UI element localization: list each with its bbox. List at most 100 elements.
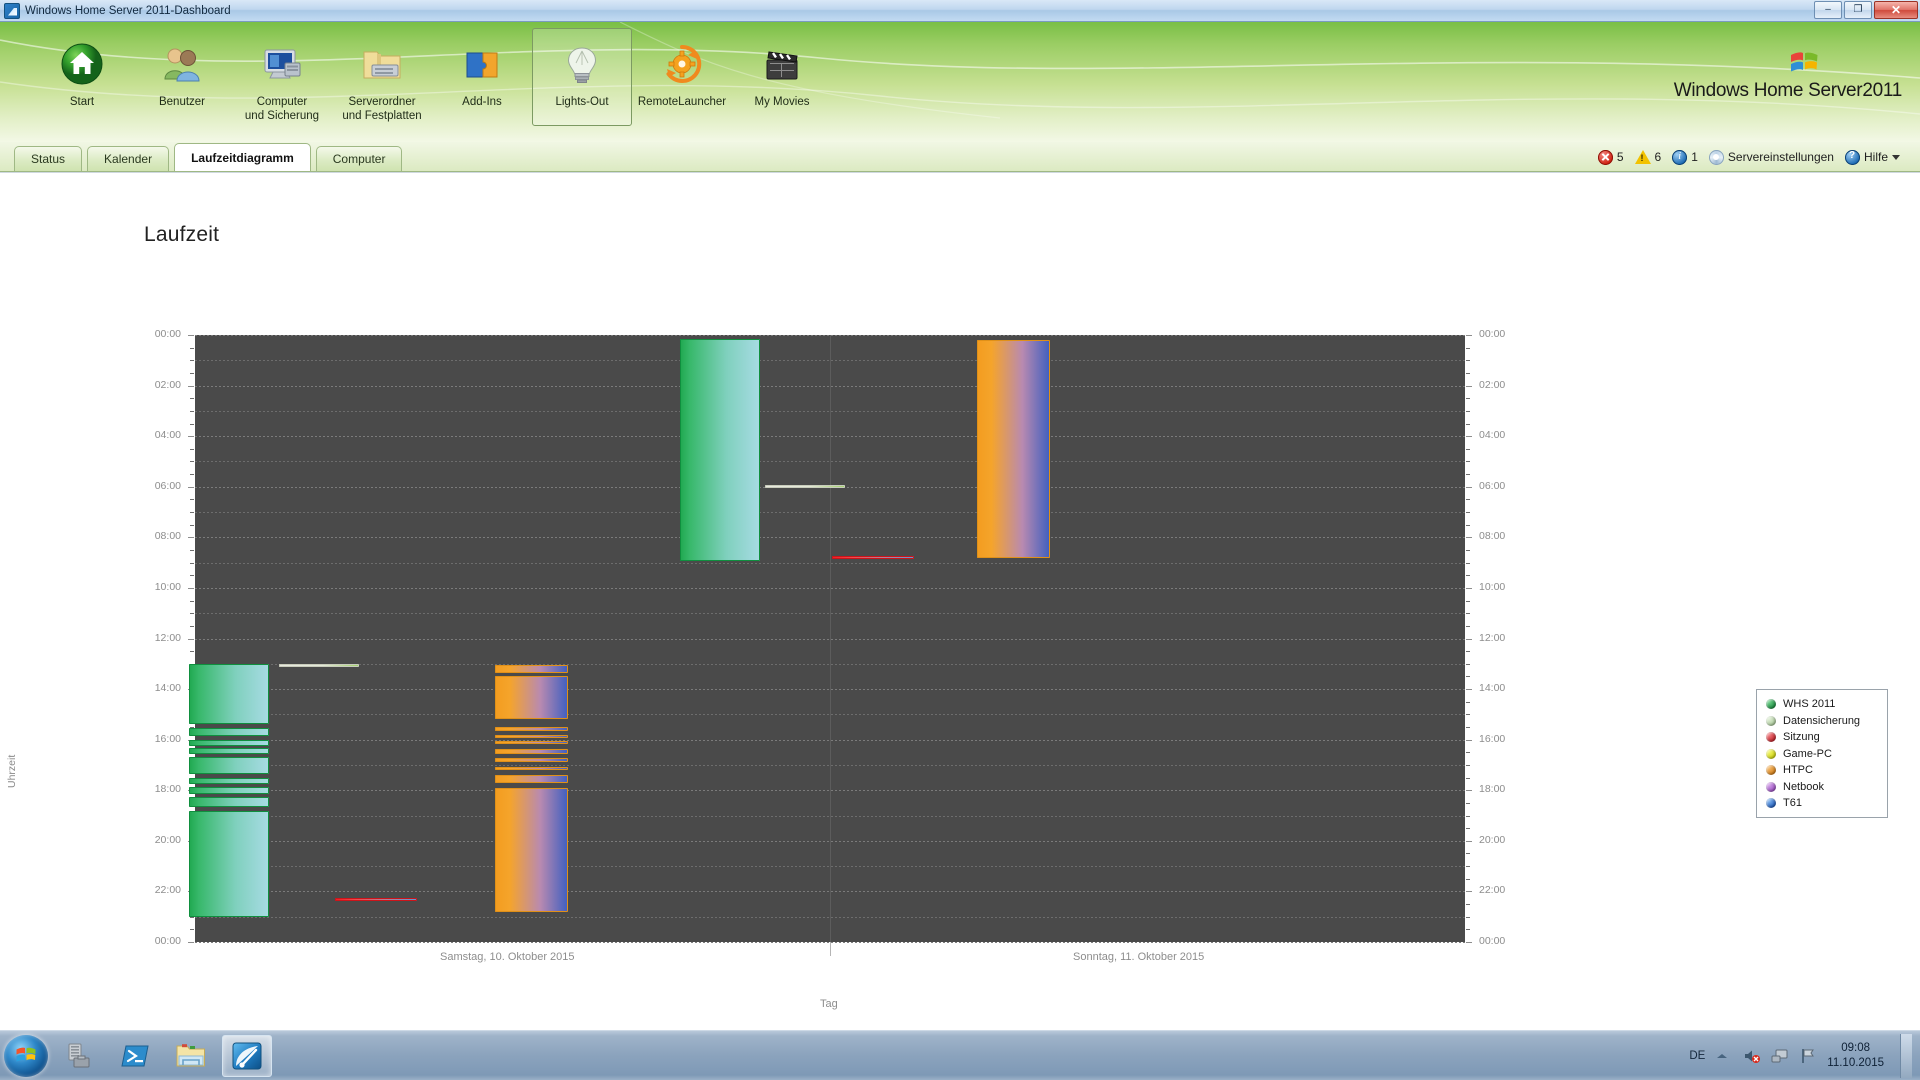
y-tick-mark <box>190 398 194 400</box>
legend-item-htpc[interactable]: HTPC <box>1766 764 1878 776</box>
home-icon <box>59 41 105 87</box>
y-tick-mark <box>190 499 194 501</box>
tab-kalender[interactable]: Kalender <box>87 146 170 171</box>
chart-bar-segment[interactable] <box>977 340 1050 559</box>
legend-item-game-pc[interactable]: Game-PC <box>1766 748 1878 760</box>
minimize-button[interactable]: – <box>1814 1 1842 19</box>
volume-muted-icon[interactable] <box>1743 1048 1761 1064</box>
chart-bar-segment[interactable] <box>495 664 568 674</box>
chart-bar-segment[interactable] <box>680 339 760 561</box>
y-tick-mark <box>1466 689 1472 691</box>
chart-bar-segment[interactable] <box>189 787 269 795</box>
y-tick-mark <box>190 929 194 931</box>
y-tick-label-left: 16:00 <box>154 732 181 745</box>
chart-x-label-day1: Samstag, 10. Oktober 2015 <box>440 951 575 963</box>
y-tick-mark <box>1466 904 1470 906</box>
legend-label: Datensicherung <box>1783 714 1861 727</box>
chart-plot-area <box>189 335 1465 943</box>
y-tick-mark <box>1466 549 1470 551</box>
chart-bar-segment[interactable] <box>189 811 269 917</box>
ribbon-item-serverordner-und-festplatten[interactable]: Serverordner und Festplatten <box>332 28 432 126</box>
warning-indicator[interactable]: 6 <box>1634 150 1661 164</box>
restore-button[interactable]: ❐ <box>1844 1 1872 19</box>
y-tick-label-right: 08:00 <box>1479 530 1506 543</box>
ribbon-item-my-movies[interactable]: My Movies <box>732 28 832 126</box>
y-tick-mark <box>190 372 194 374</box>
y-tick-mark <box>190 575 194 577</box>
help-icon <box>1844 149 1860 165</box>
action-center-icon[interactable] <box>1799 1048 1817 1064</box>
chart-bar-segment[interactable] <box>495 675 568 719</box>
whs-logo-year: 2011 <box>1862 80 1902 101</box>
chart-bar-segment[interactable] <box>189 777 269 785</box>
taskbar-item-powershell[interactable] <box>110 1035 160 1077</box>
taskbar-item-dashboard[interactable] <box>222 1034 272 1077</box>
y-tick-mark <box>1466 739 1472 741</box>
network-icon[interactable] <box>1771 1048 1789 1064</box>
help-link[interactable]: Hilfe <box>1844 149 1900 165</box>
window-title: Windows Home Server 2011-Dashboard <box>25 4 231 17</box>
chart-bar-segment[interactable] <box>495 775 568 783</box>
y-tick-mark <box>1466 714 1470 716</box>
legend-item-t61[interactable]: T61 <box>1766 797 1878 809</box>
chart-bar-segment[interactable] <box>495 767 568 771</box>
chart-bar-segment[interactable] <box>189 728 269 737</box>
legend-item-whs-2011[interactable]: WHS 2011 <box>1766 698 1878 710</box>
ribbon-item-benutzer[interactable]: Benutzer <box>132 28 232 126</box>
info-indicator[interactable]: 1 <box>1672 149 1698 165</box>
show-desktop-button[interactable] <box>1900 1034 1912 1078</box>
ribbon-item-add-ins[interactable]: Add-Ins <box>432 28 532 126</box>
chart-bar-segment[interactable] <box>189 748 269 755</box>
dashboard-icon <box>232 1042 262 1069</box>
chart-bar-segment[interactable] <box>189 757 269 775</box>
ribbon-item-computer-und-sicherung[interactable]: Computer und Sicherung <box>232 28 332 126</box>
chart-bar-segment[interactable] <box>495 788 568 913</box>
chevron-down-icon[interactable] <box>1892 154 1900 160</box>
tab-status[interactable]: Status <box>14 146 83 171</box>
tray-language[interactable]: DE <box>1689 1050 1705 1062</box>
y-tick-label-right: 16:00 <box>1479 732 1506 745</box>
start-button[interactable] <box>4 1034 48 1077</box>
y-tick-mark <box>1466 916 1470 918</box>
warning-icon <box>1634 150 1651 164</box>
ribbon-item-lights-out[interactable]: Lights-Out <box>532 28 632 126</box>
taskbar-item-server-manager[interactable] <box>54 1035 104 1077</box>
tab-computer[interactable]: Computer <box>315 146 403 171</box>
server-settings-label: Servereinstellungen <box>1727 150 1834 164</box>
y-tick-mark <box>190 360 194 362</box>
y-tick-mark <box>1466 398 1470 400</box>
close-button[interactable]: ✕ <box>1874 1 1918 19</box>
clock[interactable]: 09:08 11.10.2015 <box>1827 1041 1884 1071</box>
chart-bar-segment[interactable] <box>189 797 269 808</box>
server-settings-link[interactable]: Servereinstellungen <box>1708 149 1834 165</box>
legend-item-sitzung[interactable]: Sitzung <box>1766 731 1878 743</box>
tab-laufzeitdiagramm[interactable]: Laufzeitdiagramm <box>174 143 311 171</box>
error-indicator[interactable]: 5 <box>1597 149 1624 165</box>
chart-bar-segment[interactable] <box>495 734 568 738</box>
ribbon-item-start[interactable]: Start <box>32 28 132 126</box>
legend-item-netbook[interactable]: Netbook <box>1766 781 1878 793</box>
chart-bar-segment[interactable] <box>495 748 568 755</box>
chart-bar-segment[interactable] <box>765 484 845 488</box>
y-tick-mark <box>1466 651 1470 653</box>
y-tick-mark <box>190 916 194 918</box>
chart-bar-segment[interactable] <box>495 740 568 744</box>
legend-item-datensicherung[interactable]: Datensicherung <box>1766 715 1878 727</box>
chart-bar-segment[interactable] <box>495 757 568 762</box>
chart-bar-segment[interactable] <box>335 897 417 901</box>
taskbar-item-explorer[interactable] <box>166 1035 216 1077</box>
chart-bar-segment[interactable] <box>189 663 269 725</box>
whs-logo-text: Windows Home Server <box>1673 80 1863 101</box>
gear-refresh-icon <box>659 41 705 87</box>
y-tick-mark <box>188 436 194 438</box>
chart-bar-segment[interactable] <box>189 739 269 746</box>
y-tick-mark <box>190 651 194 653</box>
server-manager-icon <box>68 1043 90 1067</box>
content-pane: Laufzeit Zeige Diagramm für 2 Tage Uhrze… <box>0 172 1920 1030</box>
chart-bar-segment[interactable] <box>279 663 359 668</box>
ribbon-item-remotelauncher[interactable]: RemoteLauncher <box>632 28 732 126</box>
chevron-up-icon[interactable] <box>1715 1048 1733 1064</box>
chart-bar-segment[interactable] <box>832 556 914 560</box>
y-tick-label-left: 14:00 <box>154 682 181 695</box>
chart-bar-segment[interactable] <box>495 727 568 732</box>
